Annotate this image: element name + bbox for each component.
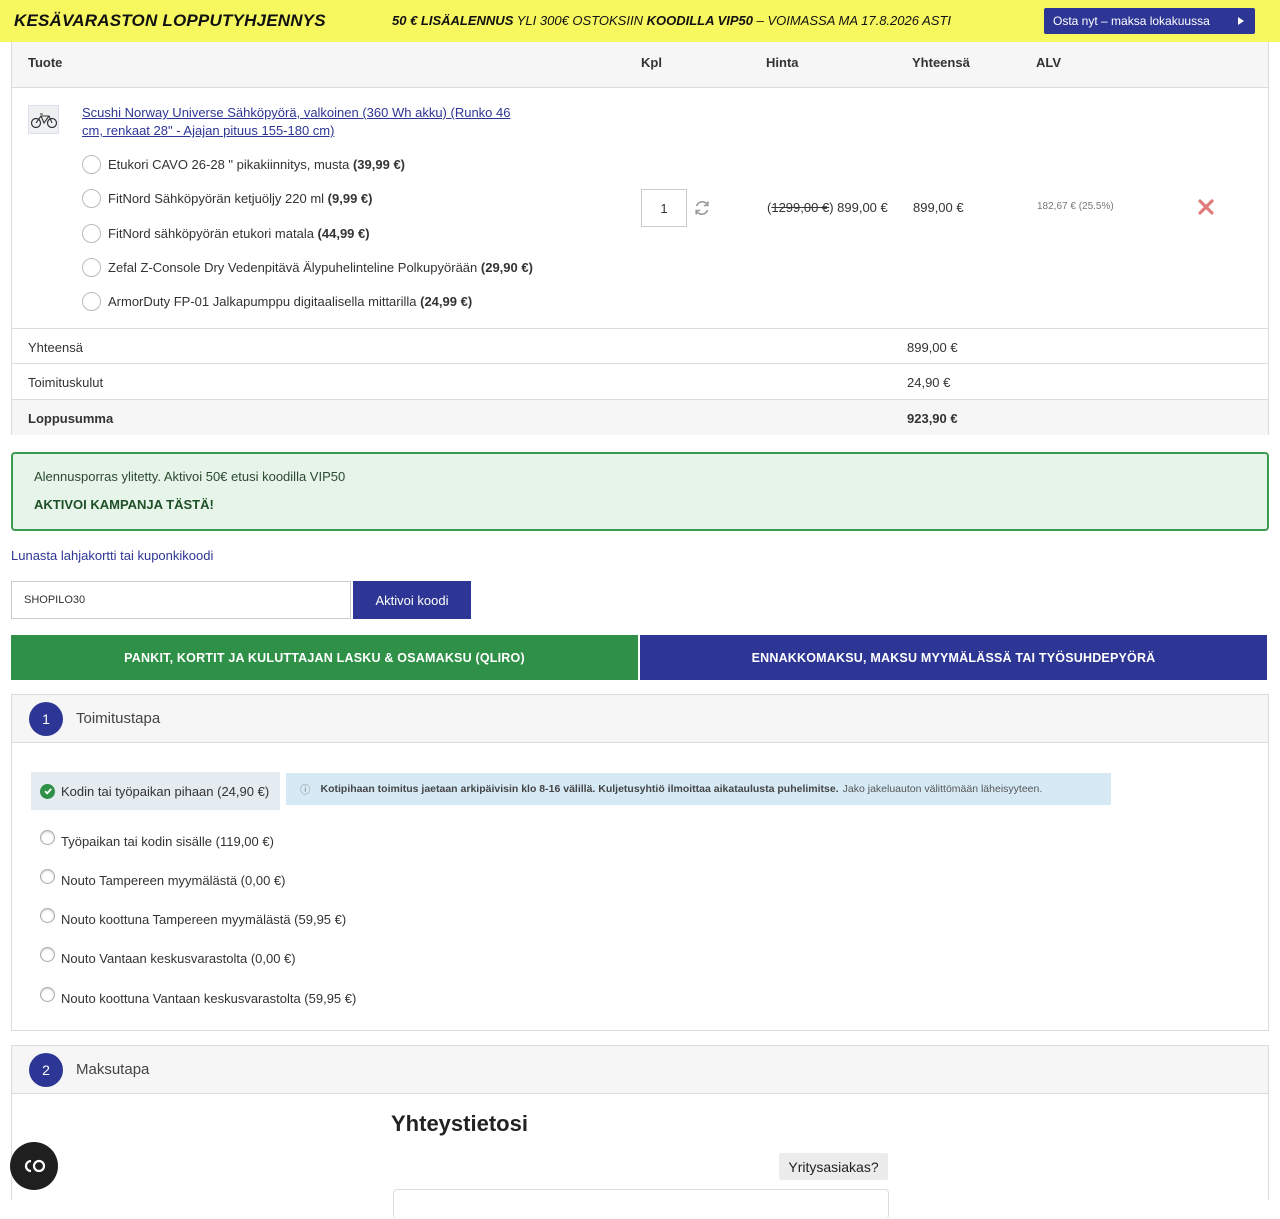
notice-text: Alennusporras ylitetty. Aktivoi 50€ etus… bbox=[34, 469, 346, 484]
coupon-link[interactable]: Lunasta lahjakortti tai kuponkikoodi bbox=[11, 548, 213, 563]
shipping-radio[interactable] bbox=[40, 986, 55, 1002]
summary-shipping-row: Toimituskulut 24,90 € bbox=[12, 363, 1268, 399]
promo-message: 50 € LISÄALENNUS YLI 300€ OSTOKSIIN KOOD… bbox=[392, 13, 951, 28]
col-price: Hinta bbox=[766, 55, 799, 70]
addon-option[interactable]: FitNord Sähköpyörän ketjuöljy 220 ml (9,… bbox=[82, 188, 372, 208]
tab-prepayment[interactable]: ENNAKKOMAKSU, MAKSU MYYMÄLÄSSÄ TAI TYÖSU… bbox=[640, 635, 1267, 680]
quantity-input[interactable]: 1 bbox=[641, 189, 687, 227]
shipping-option[interactable]: Nouto koottuna Tampereen myymälästä (59,… bbox=[40, 907, 346, 929]
product-link[interactable]: Scushi Norway Universe Sähköpyörä, valko… bbox=[82, 104, 522, 140]
shipping-option[interactable]: Nouto Vantaan keskusvarastolta (0,00 €) bbox=[40, 946, 296, 968]
summary-total-row: Loppusumma 923,90 € bbox=[12, 399, 1268, 435]
promo-title: KESÄVARASTON LOPPUTYHJENNYS bbox=[14, 11, 326, 30]
promo-banner: KESÄVARASTON LOPPUTYHJENNYS 50 € LISÄALE… bbox=[0, 0, 1280, 42]
shipping-section: 1 Toimitustapa Kodin tai työpaikan pihaa… bbox=[11, 694, 1269, 1031]
addon-radio[interactable] bbox=[82, 188, 101, 208]
contact-field[interactable] bbox=[393, 1189, 889, 1219]
discount-notice: Alennusporras ylitetty. Aktivoi 50€ etus… bbox=[11, 452, 1269, 531]
promo-cta-button[interactable]: Osta nyt – maksa lokakuussa bbox=[1044, 8, 1255, 34]
shipping-radio[interactable] bbox=[40, 907, 55, 923]
coupon-input[interactable]: SHOPILO30 bbox=[11, 581, 351, 619]
addon-option[interactable]: Etukori CAVO 26-28 " pikakiinnitys, must… bbox=[82, 154, 405, 174]
arrow-right-icon bbox=[1238, 17, 1244, 25]
addon-label: Zefal Z-Console Dry Vedenpitävä Älypuhel… bbox=[108, 259, 533, 275]
unit-price: (1299,00 €) 899,00 € bbox=[767, 200, 888, 215]
shipping-title: Toimitustapa bbox=[76, 710, 161, 727]
col-vat: ALV bbox=[1036, 55, 1062, 70]
refresh-icon[interactable] bbox=[692, 198, 712, 218]
line-total: 899,00 € bbox=[913, 200, 964, 215]
shipping-radio[interactable] bbox=[40, 829, 55, 845]
payment-header: 2 Maksutapa bbox=[12, 1046, 1268, 1094]
corporate-customer-button[interactable]: Yritysasiakas? bbox=[779, 1153, 888, 1180]
shipping-info-box: ⓘ Kotipihaan toimitus jaetaan arkipäivis… bbox=[286, 773, 1111, 805]
addon-radio[interactable] bbox=[82, 154, 101, 174]
addon-label: FitNord sähköpyörän etukori matala (44,9… bbox=[108, 225, 370, 241]
col-product: Tuote bbox=[28, 55, 63, 70]
summary-subtotal-row: Yhteensä 899,00 € bbox=[12, 328, 1268, 364]
check-icon bbox=[40, 783, 55, 799]
step-number: 2 bbox=[29, 1053, 63, 1087]
vat-amount: 182,67 € (25.5%) bbox=[1037, 201, 1114, 212]
shipping-header: 1 Toimitustapa bbox=[12, 695, 1268, 743]
col-qty: Kpl bbox=[641, 55, 662, 70]
bicycle-icon bbox=[30, 112, 57, 128]
remove-icon[interactable] bbox=[1196, 197, 1216, 217]
addon-option[interactable]: Zefal Z-Console Dry Vedenpitävä Älypuhel… bbox=[82, 257, 533, 277]
info-icon: ⓘ bbox=[300, 783, 311, 796]
addon-radio[interactable] bbox=[82, 257, 101, 277]
shipping-radio[interactable] bbox=[40, 868, 55, 884]
product-thumbnail[interactable] bbox=[28, 105, 59, 134]
shipping-option[interactable]: Nouto koottuna Vantaan keskusvarastolta … bbox=[40, 986, 356, 1008]
activate-code-button[interactable]: Aktivoi koodi bbox=[353, 581, 471, 619]
chat-icon bbox=[24, 1159, 46, 1173]
shipping-option-selected[interactable]: Kodin tai työpaikan pihaan (24,90 €) bbox=[31, 772, 280, 810]
payment-section: 2 Maksutapa Yhteystietosi Yritysasiakas? bbox=[11, 1045, 1269, 1219]
cart-header-row: Tuote Kpl Hinta Yhteensä ALV bbox=[12, 42, 1268, 88]
step-number: 1 bbox=[29, 702, 63, 736]
contact-title: Yhteystietosi bbox=[391, 1111, 528, 1136]
shipping-radio[interactable] bbox=[40, 946, 55, 962]
addon-option[interactable]: FitNord sähköpyörän etukori matala (44,9… bbox=[82, 223, 370, 243]
chat-button[interactable] bbox=[10, 1142, 58, 1190]
addon-label: FitNord Sähköpyörän ketjuöljy 220 ml (9,… bbox=[108, 190, 373, 206]
addon-radio[interactable] bbox=[82, 291, 101, 311]
shipping-option[interactable]: Nouto Tampereen myymälästä (0,00 €) bbox=[40, 868, 285, 890]
addon-label: Etukori CAVO 26-28 " pikakiinnitys, must… bbox=[108, 156, 406, 172]
tab-qliro-payment[interactable]: PANKIT, KORTIT JA KULUTTAJAN LASKU & OSA… bbox=[11, 635, 638, 680]
addon-label: ArmorDuty FP-01 Jalkapumppu digitaalisel… bbox=[108, 293, 473, 309]
activate-campaign-link[interactable]: AKTIVOI KAMPANJA TÄSTÄ! bbox=[34, 497, 214, 512]
payment-title: Maksutapa bbox=[76, 1061, 150, 1078]
cart-table: Tuote Kpl Hinta Yhteensä ALV Scushi Norw… bbox=[11, 42, 1269, 435]
col-total: Yhteensä bbox=[912, 55, 970, 70]
shipping-option[interactable]: Työpaikan tai kodin sisälle (119,00 €) bbox=[40, 829, 274, 851]
addon-option[interactable]: ArmorDuty FP-01 Jalkapumppu digitaalisel… bbox=[82, 291, 472, 311]
addon-radio[interactable] bbox=[82, 223, 101, 243]
